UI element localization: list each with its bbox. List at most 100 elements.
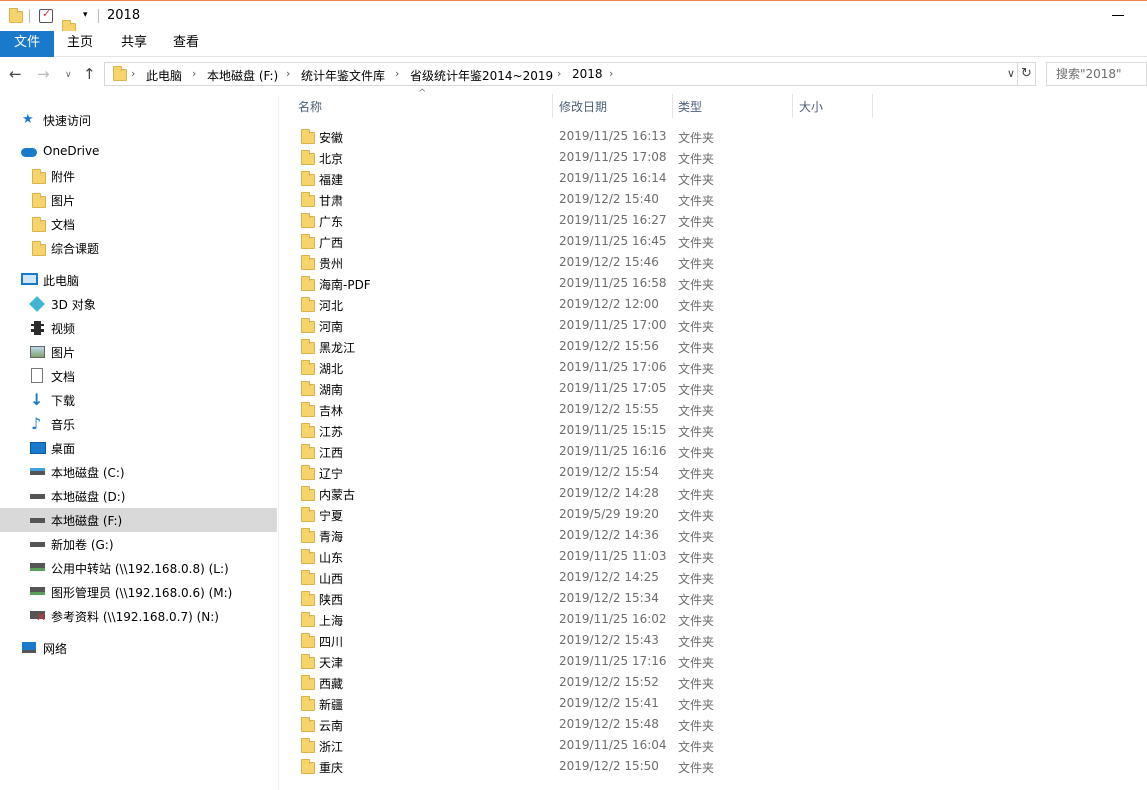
search-input[interactable]: 搜索"2018" — [1046, 62, 1147, 86]
tab-home[interactable]: 主页 — [58, 31, 102, 57]
tab-view[interactable]: 查看 — [164, 31, 208, 57]
column-header-name[interactable]: 名称 — [298, 98, 322, 115]
chevron-right-icon[interactable]: › — [131, 67, 135, 80]
sidebar-item-network-drive-n[interactable]: ✕ 参考资料 (\\192.168.0.7) (N:) — [0, 604, 277, 628]
address-bar[interactable]: › 此电脑 › 本地磁盘 (F:) › 统计年鉴文件库 › 省级统计年鉴2014… — [104, 62, 1018, 86]
breadcrumb-drive-f[interactable]: 本地磁盘 (F:) — [207, 67, 278, 84]
forward-arrow-icon[interactable]: → — [37, 65, 50, 83]
properties-icon[interactable]: ✓ — [39, 7, 53, 23]
file-row[interactable]: 云南 2019/12/2 15:48 文件夹 — [280, 714, 880, 735]
ribbon: 文件 主页 共享 查看 — [0, 31, 1147, 57]
pane-divider[interactable] — [278, 96, 279, 790]
folder-icon — [32, 217, 46, 232]
sidebar-item-quick-access[interactable]: ★ 快速访问 — [0, 108, 277, 132]
file-row[interactable]: 广东 2019/11/25 16:27 文件夹 — [280, 210, 880, 231]
file-row[interactable]: 浙江 2019/11/25 16:04 文件夹 — [280, 735, 880, 756]
sidebar-item-drive-c[interactable]: 本地磁盘 (C:) — [0, 460, 277, 484]
sidebar-item-videos[interactable]: 视频 — [0, 316, 277, 340]
file-row[interactable]: 江西 2019/11/25 16:16 文件夹 — [280, 441, 880, 462]
file-row[interactable]: 内蒙古 2019/12/2 14:28 文件夹 — [280, 483, 880, 504]
file-row[interactable]: 山东 2019/11/25 11:03 文件夹 — [280, 546, 880, 567]
refresh-icon[interactable]: ↻ — [1018, 62, 1036, 86]
file-row[interactable]: 湖南 2019/11/25 17:05 文件夹 — [280, 378, 880, 399]
sidebar-item-desktop[interactable]: 桌面 — [0, 436, 277, 460]
folder-icon — [301, 612, 315, 627]
file-name: 湖北 — [319, 362, 344, 376]
chevron-right-icon[interactable]: › — [395, 67, 399, 80]
chevron-right-icon[interactable]: › — [609, 67, 613, 80]
column-separator[interactable] — [872, 94, 873, 118]
breadcrumb-2018[interactable]: 2018 — [572, 67, 603, 81]
download-arrow-icon: ↓ — [30, 390, 44, 409]
file-row[interactable]: 山西 2019/12/2 14:25 文件夹 — [280, 567, 880, 588]
sidebar-item-network[interactable]: 网络 — [0, 636, 277, 660]
file-row[interactable]: 福建 2019/11/25 16:14 文件夹 — [280, 168, 880, 189]
sidebar-item-drive-g[interactable]: 新加卷 (G:) — [0, 532, 277, 556]
file-row[interactable]: 吉林 2019/12/2 15:55 文件夹 — [280, 399, 880, 420]
sidebar-item-attachments[interactable]: 附件 — [0, 164, 277, 188]
file-row[interactable]: 宁夏 2019/5/29 19:20 文件夹 — [280, 504, 880, 525]
sidebar-item-label: OneDrive — [43, 144, 100, 158]
column-header-modified[interactable]: 修改日期 — [559, 98, 607, 115]
file-row[interactable]: 广西 2019/11/25 16:45 文件夹 — [280, 231, 880, 252]
up-arrow-icon[interactable]: ↑ — [83, 65, 96, 83]
file-row[interactable]: 陕西 2019/12/2 15:34 文件夹 — [280, 588, 880, 609]
sidebar-item-research[interactable]: 综合课题 — [0, 236, 277, 260]
sidebar-item-music[interactable]: ♪ 音乐 — [0, 412, 277, 436]
chevron-right-icon[interactable]: › — [286, 67, 290, 80]
sidebar-item-documents[interactable]: 文档 — [0, 364, 277, 388]
column-separator[interactable] — [672, 94, 673, 118]
breadcrumb-this-pc[interactable]: 此电脑 — [146, 67, 182, 84]
address-dropdown-icon[interactable]: ∨ — [1007, 67, 1015, 80]
file-row[interactable]: 河北 2019/12/2 12:00 文件夹 — [280, 294, 880, 315]
chevron-right-icon[interactable]: › — [557, 67, 561, 80]
sidebar-item-documents-onedrive[interactable]: 文档 — [0, 212, 277, 236]
file-row[interactable]: 贵州 2019/12/2 15:46 文件夹 — [280, 252, 880, 273]
sidebar-item-downloads[interactable]: ↓ 下载 — [0, 388, 277, 412]
sidebar-item-onedrive[interactable]: OneDrive — [0, 140, 277, 164]
chevron-right-icon[interactable]: › — [192, 67, 196, 80]
sidebar-item-network-drive-l[interactable]: 公用中转站 (\\192.168.0.8) (L:) — [0, 556, 277, 580]
sidebar-item-drive-f[interactable]: 本地磁盘 (F:) — [0, 508, 277, 532]
file-row[interactable]: 北京 2019/11/25 17:08 文件夹 — [280, 147, 880, 168]
file-row[interactable]: 海南-PDF 2019/11/25 16:58 文件夹 — [280, 273, 880, 294]
file-row[interactable]: 上海 2019/11/25 16:02 文件夹 — [280, 609, 880, 630]
file-row[interactable]: 辽宁 2019/12/2 15:54 文件夹 — [280, 462, 880, 483]
file-row[interactable]: 甘肃 2019/12/2 15:40 文件夹 — [280, 189, 880, 210]
tab-share[interactable]: 共享 — [112, 31, 156, 57]
customize-toolbar-icon[interactable]: ▾ — [83, 10, 88, 20]
breadcrumb-provincial-yearbooks[interactable]: 省级统计年鉴2014~2019 — [410, 67, 553, 84]
file-row[interactable]: 青海 2019/12/2 14:36 文件夹 — [280, 525, 880, 546]
file-row[interactable]: 西藏 2019/12/2 15:52 文件夹 — [280, 672, 880, 693]
minimize-button[interactable] — [1112, 15, 1124, 16]
sidebar-item-pictures[interactable]: 图片 — [0, 340, 277, 364]
file-row[interactable]: 江苏 2019/11/25 15:15 文件夹 — [280, 420, 880, 441]
sidebar-item-network-drive-m[interactable]: 图形管理员 (\\192.168.0.6) (M:) — [0, 580, 277, 604]
navigation-bar: ← → ∨ ↑ › 此电脑 › 本地磁盘 (F:) › 统计年鉴文件库 › 省级… — [0, 57, 1147, 91]
sidebar-item-label: 音乐 — [51, 418, 76, 432]
tab-file[interactable]: 文件 — [0, 31, 54, 57]
column-separator[interactable] — [792, 94, 793, 118]
window-title: 2018 — [107, 8, 141, 23]
sidebar-item-this-pc[interactable]: 此电脑 — [0, 268, 277, 292]
error-x-icon: ✕ — [36, 610, 47, 624]
column-separator[interactable] — [552, 94, 553, 118]
column-header-size[interactable]: 大小 — [799, 98, 823, 115]
column-header-type[interactable]: 类型 — [678, 98, 702, 115]
file-row[interactable]: 四川 2019/12/2 15:43 文件夹 — [280, 630, 880, 651]
file-row[interactable]: 重庆 2019/12/2 15:50 文件夹 — [280, 756, 880, 777]
sidebar-item-drive-d[interactable]: 本地磁盘 (D:) — [0, 484, 277, 508]
file-name: 天津 — [319, 656, 344, 670]
file-row[interactable]: 湖北 2019/11/25 17:06 文件夹 — [280, 357, 880, 378]
sidebar-item-pictures-onedrive[interactable]: 图片 — [0, 188, 277, 212]
sidebar-item-3d-objects[interactable]: 3D 对象 — [0, 292, 277, 316]
file-row[interactable]: 河南 2019/11/25 17:00 文件夹 — [280, 315, 880, 336]
file-type: 文件夹 — [678, 572, 715, 586]
file-row[interactable]: 天津 2019/11/25 17:16 文件夹 — [280, 651, 880, 672]
file-row[interactable]: 黑龙江 2019/12/2 15:56 文件夹 — [280, 336, 880, 357]
recent-locations-chevron-icon[interactable]: ∨ — [65, 70, 72, 80]
breadcrumb-yearbook-library[interactable]: 统计年鉴文件库 — [301, 67, 385, 84]
file-row[interactable]: 安徽 2019/11/25 16:13 文件夹 — [280, 126, 880, 147]
back-arrow-icon[interactable]: ← — [9, 65, 22, 83]
file-row[interactable]: 新疆 2019/12/2 15:41 文件夹 — [280, 693, 880, 714]
